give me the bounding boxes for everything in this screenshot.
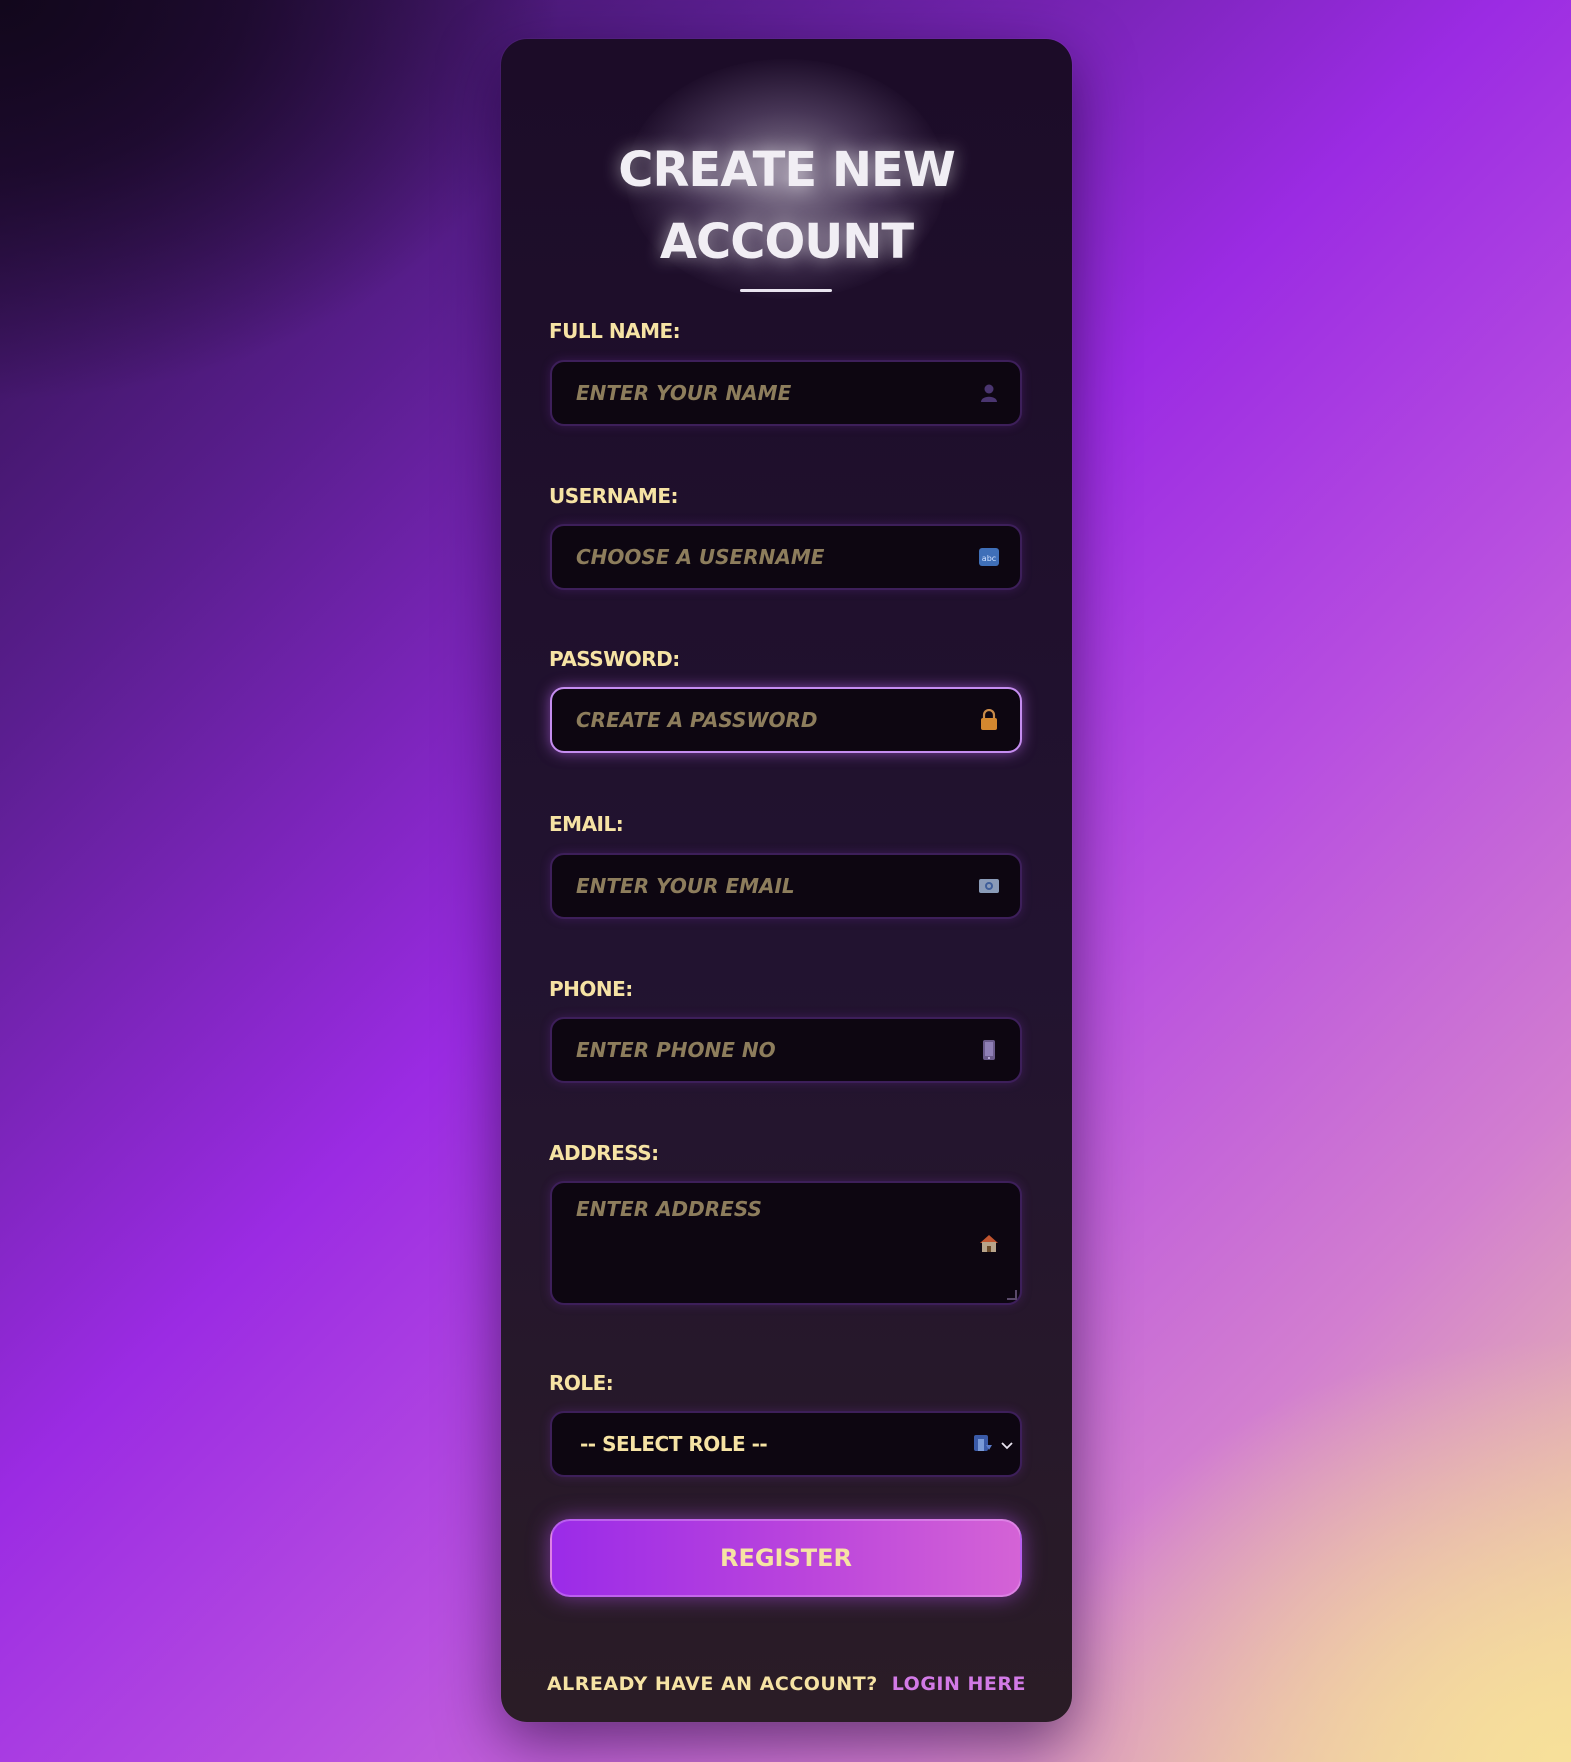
- full-name-field[interactable]: [550, 360, 1022, 426]
- lock-icon: [978, 709, 1000, 731]
- abc-icon: abc: [978, 546, 1000, 568]
- address-label: Address:: [549, 1141, 659, 1165]
- chevron-down-icon: [1000, 1437, 1014, 1451]
- role-selected-value: -- Select Role --: [580, 1432, 768, 1456]
- title-underline: [740, 289, 832, 292]
- phone-input[interactable]: [576, 1019, 956, 1081]
- title-line-1: Create New: [618, 142, 956, 198]
- resize-grip[interactable]: [1007, 1290, 1017, 1300]
- register-card: Create New Account Full Name: Username: …: [501, 39, 1072, 1722]
- address-field[interactable]: [550, 1181, 1022, 1305]
- house-icon: [978, 1232, 1000, 1254]
- email-field[interactable]: [550, 853, 1022, 919]
- email-input[interactable]: [576, 855, 956, 917]
- phone-field[interactable]: [550, 1017, 1022, 1083]
- email-label: Email:: [549, 812, 624, 836]
- password-field[interactable]: [550, 687, 1022, 753]
- password-input[interactable]: [576, 689, 956, 751]
- username-field[interactable]: abc: [550, 524, 1022, 590]
- person-silhouette-icon: [978, 382, 1000, 404]
- page-title: Create New Account: [501, 134, 1072, 278]
- full-name-input[interactable]: [576, 362, 956, 424]
- email-icon: [978, 875, 1000, 897]
- role-person-icon: [972, 1433, 994, 1455]
- password-label: Password:: [549, 647, 680, 671]
- login-prompt-text: Already have an account?: [546, 1673, 878, 1695]
- login-prompt: Already have an account? Login here: [501, 1673, 1072, 1695]
- register-button[interactable]: Register: [550, 1519, 1022, 1597]
- address-input[interactable]: [576, 1197, 956, 1287]
- role-label: Role:: [549, 1371, 614, 1395]
- role-select[interactable]: -- Select Role --: [550, 1411, 1022, 1477]
- phone-label: Phone:: [549, 977, 633, 1001]
- login-link[interactable]: Login here: [892, 1673, 1026, 1695]
- username-label: Username:: [549, 484, 679, 508]
- phone-icon: [978, 1039, 1000, 1061]
- username-input[interactable]: [576, 526, 956, 588]
- svg-text:abc: abc: [982, 554, 996, 563]
- full-name-label: Full Name:: [549, 319, 681, 343]
- title-line-2: Account: [659, 214, 914, 270]
